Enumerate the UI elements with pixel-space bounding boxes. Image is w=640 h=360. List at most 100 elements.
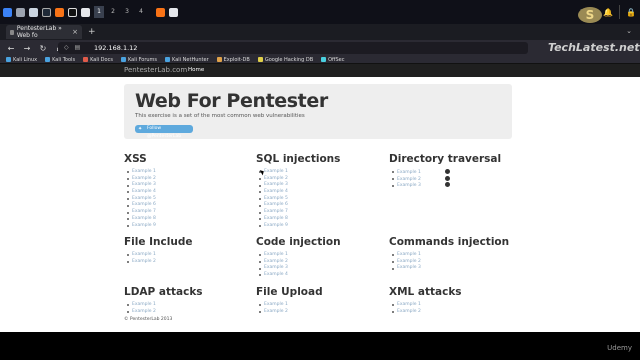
page-subtitle: This exercise is a set of the most commo…	[135, 113, 305, 119]
twitter-bird-icon: ✦	[138, 126, 143, 132]
example-link[interactable]: Example 2	[256, 309, 386, 316]
bookmark-label: Kali NetHunter	[172, 56, 209, 63]
section-title: LDAP attacks	[124, 286, 203, 298]
example-link[interactable]: Example 1	[256, 302, 386, 309]
section-title: Code injection	[256, 236, 341, 248]
kali-docs-icon	[83, 57, 89, 62]
follow-label: Follow @PentesterLab	[147, 126, 182, 139]
example-link[interactable]: Example 1	[389, 252, 519, 259]
example-link[interactable]: Example 4	[124, 189, 254, 196]
example-list: Example 1 Example 2 Example 3	[389, 252, 519, 272]
url-text: 192.168.1.12	[94, 44, 138, 52]
bookmark-google-hacking-db[interactable]: Google Hacking DB	[257, 57, 313, 63]
example-link[interactable]: Example 4	[256, 189, 386, 196]
kali-tools-icon	[45, 57, 51, 62]
section-title: SQL injections	[256, 153, 341, 165]
udemy-watermark: Udemy	[607, 344, 632, 352]
example-link[interactable]: Example 2	[124, 309, 254, 316]
example-link[interactable]: Example 2	[389, 309, 519, 316]
kali-forums-icon	[120, 57, 126, 62]
example-link[interactable]: Example 7	[256, 209, 386, 216]
example-link[interactable]: Example 4	[256, 272, 386, 279]
section-title: XSS	[124, 153, 147, 165]
exploit-db-icon	[216, 57, 222, 62]
example-link[interactable]: Example 8	[124, 216, 254, 223]
back-button[interactable]: ←	[6, 44, 16, 53]
example-link[interactable]: Example 1	[256, 169, 386, 176]
video-letterbox: Udemy	[0, 332, 640, 360]
google-hacking-db-icon	[257, 57, 263, 62]
bookmark-offsec[interactable]: OffSec	[321, 57, 345, 63]
example-link[interactable]: Example 2	[124, 259, 254, 266]
bookmark-kali-docs[interactable]: Kali Docs	[83, 57, 113, 63]
forward-button[interactable]: →	[22, 44, 32, 53]
tab-title: PentesterLab » Web fo	[16, 25, 62, 39]
example-link[interactable]: Example 1	[124, 252, 254, 259]
bookmark-kali-tools[interactable]: Kali Tools	[45, 57, 75, 63]
example-label: Example 2	[397, 176, 421, 182]
example-link[interactable]: Example 3	[389, 265, 519, 272]
section-xml-attacks: XML attacks Example 1 Example 2	[389, 286, 519, 315]
example-list: Example 1 Example 2 Example 3 Example 4 …	[124, 169, 254, 229]
url-bar-icons: ◇ ▤	[64, 44, 80, 51]
bookmark-label: Kali Docs	[90, 56, 113, 63]
browser-tab[interactable]: PentesterLab » Web fo ×	[6, 25, 82, 39]
page-viewport: PentesterLab.com Home Web For Pentester …	[0, 64, 640, 332]
example-link[interactable]: Example 1	[389, 169, 519, 176]
tab-list-chevron-icon[interactable]: ⌄	[626, 27, 632, 35]
document-taskbar-icon[interactable]	[169, 7, 178, 17]
firefox-icon[interactable]	[55, 7, 64, 17]
url-bar[interactable]: ◇ ▤ 192.168.1.12	[58, 42, 528, 54]
bookmark-kali-nethunter[interactable]: Kali NetHunter	[165, 57, 209, 63]
section-code-injection: Code injection Example 1 Example 2 Examp…	[256, 236, 386, 279]
follow-twitter-button[interactable]: ✦ Follow @PentesterLab	[135, 125, 193, 139]
example-link[interactable]: Example 1	[124, 302, 254, 309]
terminal-icon[interactable]	[42, 7, 51, 17]
bookmark-kali-forums[interactable]: Kali Forums	[120, 57, 157, 63]
site-brand-link[interactable]: PentesterLab.com	[124, 66, 187, 74]
example-list: Example 1 Example 2 Example 3 Example 4 …	[256, 169, 386, 229]
workspace-1[interactable]: 1	[94, 6, 104, 18]
bookmark-kali-linux[interactable]: Kali Linux	[6, 57, 37, 63]
window-icon[interactable]	[16, 7, 25, 17]
section-ldap-attacks: LDAP attacks Example 1 Example 2	[124, 286, 254, 315]
example-link[interactable]: Example 3	[389, 182, 519, 189]
techlatest-logo-icon: S	[578, 7, 602, 23]
page-info-icon[interactable]: ▤	[75, 44, 81, 51]
workspace-3[interactable]: 3	[122, 6, 132, 18]
example-label: Example 3	[397, 183, 421, 189]
terminal-icon-2[interactable]	[68, 7, 77, 17]
kali-linux-icon	[6, 57, 11, 62]
example-link[interactable]: Example 9	[124, 223, 254, 230]
folder-icon[interactable]	[29, 7, 38, 17]
lock-icon[interactable]: 🔒	[626, 8, 636, 17]
new-tab-button[interactable]: +	[88, 27, 96, 37]
workspace-2[interactable]: 2	[108, 6, 118, 18]
example-link[interactable]: Example 2	[389, 175, 519, 183]
example-link[interactable]: Example 8	[256, 216, 386, 223]
section-xss: XSS Example 1 Example 2 Example 3 Exampl…	[124, 153, 254, 229]
bookmark-exploit-db[interactable]: Exploit-DB	[216, 57, 250, 63]
hero-unit: Web For Pentester This exercise is a set…	[124, 84, 512, 139]
example-link[interactable]: Example 7	[124, 209, 254, 216]
browser-nav-bar: ← → ↻ ⌂ ◇ ▤ 192.168.1.12 TechLatest.net	[0, 40, 640, 56]
example-link[interactable]: Example 1	[124, 169, 254, 176]
section-file-include: File Include Example 1 Example 2	[124, 236, 254, 265]
reload-button[interactable]: ↻	[38, 44, 48, 53]
example-list: Example 1 Example 2	[124, 252, 254, 265]
section-directory-traversal: Directory traversal Example 1 Example 2 …	[389, 153, 519, 189]
notification-icon[interactable]: 🔔	[603, 8, 613, 17]
example-link[interactable]: Example 9	[256, 223, 386, 230]
kali-menu-icon[interactable]	[3, 7, 12, 17]
shield-icon[interactable]: ◇	[64, 44, 69, 51]
example-link[interactable]: Example 1	[256, 252, 386, 259]
skull-icon	[444, 175, 450, 181]
section-commands-injection: Commands injection Example 1 Example 2 E…	[389, 236, 519, 272]
close-tab-icon[interactable]: ×	[72, 28, 78, 36]
app-icon[interactable]	[81, 7, 90, 17]
example-link[interactable]: Example 1	[389, 302, 519, 309]
nav-home-link[interactable]: Home	[188, 67, 204, 73]
os-top-panel: 1 2 3 4 ♪ ▣ 🔔 🔒	[0, 0, 640, 24]
workspace-4[interactable]: 4	[136, 6, 146, 18]
firefox-taskbar-icon[interactable]	[156, 7, 165, 17]
